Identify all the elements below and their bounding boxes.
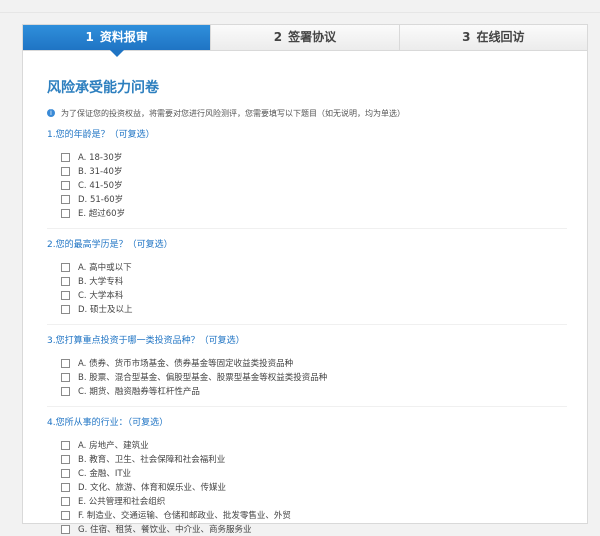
option-label: C. 期货、融资融券等杠杆性产品 bbox=[78, 387, 200, 397]
checkbox[interactable] bbox=[61, 496, 70, 506]
divider bbox=[0, 12, 600, 13]
checkbox[interactable] bbox=[61, 510, 70, 520]
option-label: B. 31-40岁 bbox=[78, 167, 123, 177]
option-b[interactable]: B. 31-40岁 bbox=[61, 164, 567, 178]
top-strip bbox=[0, 0, 600, 20]
option-label: D. 硕士及以上 bbox=[78, 305, 133, 315]
question-title: 2.您的最高学历是？（可复选） bbox=[47, 240, 173, 250]
checkbox[interactable] bbox=[61, 454, 70, 464]
step-1-tab[interactable]: 1 资料报审 bbox=[23, 25, 212, 57]
option-b[interactable]: B. 股票、混合型基金、偏股型基金、股票型基金等权益类投资品种 bbox=[61, 370, 567, 384]
options-list: A. 高中或以下 B. 大学专科 C. 大学本科 D. 硕士及以上 bbox=[61, 260, 567, 316]
form-panel: 1 资料报审 2 签署协议 3 在线回访 风险承受能力问卷 i 为了保证您的投资权益，… bbox=[22, 24, 588, 535]
option-a[interactable]: A. 债券、货币市场基金、债券基金等固定收益类投资品种 bbox=[61, 356, 567, 370]
option-g[interactable]: G. 住宿、租赁、餐饮业、中介业、商务服务业 bbox=[61, 522, 567, 536]
option-c[interactable]: C. 大学本科 bbox=[61, 288, 567, 302]
option-label: A. 高中或以下 bbox=[78, 263, 132, 273]
checkbox[interactable] bbox=[61, 524, 70, 534]
option-d[interactable]: D. 硕士及以上 bbox=[61, 302, 567, 316]
option-f[interactable]: F. 制造业、交通运输、仓储和邮政业、批发零售业、外贸 bbox=[61, 508, 567, 522]
step-number: 1 bbox=[85, 30, 94, 44]
questionnaire: 风险承受能力问卷 i 为了保证您的投资权益，将需要对您进行风险测评，您需要填写以… bbox=[47, 79, 567, 536]
question-2: 2.您的最高学历是？（可复选） A. 高中或以下 B. 大学专科 C. 大学本科… bbox=[47, 239, 567, 325]
option-b[interactable]: B. 教育、卫生、社会保障和社会福利业 bbox=[61, 452, 567, 466]
step-label: 在线回访 bbox=[476, 30, 525, 44]
checkbox[interactable] bbox=[61, 276, 70, 286]
checkbox[interactable] bbox=[61, 440, 70, 450]
option-a[interactable]: A. 高中或以下 bbox=[61, 260, 567, 274]
option-c[interactable]: C. 金融、IT业 bbox=[61, 466, 567, 480]
checkbox[interactable] bbox=[61, 482, 70, 492]
option-label: C. 金融、IT业 bbox=[78, 469, 132, 479]
option-e[interactable]: E. 超过60岁 bbox=[61, 206, 567, 220]
tip-label: 为了保证您的投资权益，将需要对您进行风险测评，您需要填写以下题目（如无说明，均为… bbox=[61, 108, 405, 118]
tip-text: i 为了保证您的投资权益，将需要对您进行风险测评，您需要填写以下题目（如无说明，… bbox=[47, 107, 567, 119]
checkbox[interactable] bbox=[61, 262, 70, 272]
checkbox[interactable] bbox=[61, 358, 70, 368]
page-title: 风险承受能力问卷 bbox=[47, 80, 159, 96]
question-title: 3.您打算重点投资于哪一类投资品种？（可复选） bbox=[47, 336, 245, 346]
checkbox[interactable] bbox=[61, 152, 70, 162]
option-label: G. 住宿、租赁、餐饮业、中介业、商务服务业 bbox=[78, 525, 252, 535]
checkbox[interactable] bbox=[61, 208, 70, 218]
separator bbox=[47, 324, 567, 325]
step-3-tab[interactable]: 3 在线回访 bbox=[399, 25, 587, 50]
step-label: 签署协议 bbox=[288, 30, 337, 44]
checkbox[interactable] bbox=[61, 372, 70, 382]
option-label: C. 41-50岁 bbox=[78, 181, 123, 191]
options-list: A. 房地产、建筑业 B. 教育、卫生、社会保障和社会福利业 C. 金融、IT业… bbox=[61, 438, 567, 536]
option-label: C. 大学本科 bbox=[78, 291, 124, 301]
option-a[interactable]: A. 18-30岁 bbox=[61, 150, 567, 164]
option-label: B. 教育、卫生、社会保障和社会福利业 bbox=[78, 455, 226, 465]
step-2-tab[interactable]: 2 签署协议 bbox=[211, 25, 400, 50]
option-label: A. 债券、货币市场基金、债券基金等固定收益类投资品种 bbox=[78, 359, 294, 369]
option-label: D. 51-60岁 bbox=[78, 195, 124, 205]
question-1: 1.您的年龄是？（可复选） A. 18-30岁 B. 31-40岁 C. 41-… bbox=[47, 129, 567, 229]
separator bbox=[47, 406, 567, 407]
checkbox[interactable] bbox=[61, 290, 70, 300]
options-list: A. 18-30岁 B. 31-40岁 C. 41-50岁 D. 51-60岁 … bbox=[61, 150, 567, 220]
checkbox[interactable] bbox=[61, 166, 70, 176]
option-d[interactable]: D. 51-60岁 bbox=[61, 192, 567, 206]
checkbox[interactable] bbox=[61, 304, 70, 314]
option-label: E. 公共管理和社会组织 bbox=[78, 497, 166, 507]
option-e[interactable]: E. 公共管理和社会组织 bbox=[61, 494, 567, 508]
info-icon: i bbox=[47, 109, 55, 117]
question-4: 4.您所从事的行业：（可复选） A. 房地产、建筑业 B. 教育、卫生、社会保障… bbox=[47, 417, 567, 536]
option-label: E. 超过60岁 bbox=[78, 209, 126, 219]
step-tabs: 1 资料报审 2 签署协议 3 在线回访 bbox=[23, 25, 587, 57]
option-label: A. 18-30岁 bbox=[78, 153, 123, 163]
separator bbox=[47, 228, 567, 229]
question-title: 1.您的年龄是？（可复选） bbox=[47, 130, 155, 140]
option-label: D. 文化、旅游、体育和娱乐业、传媒业 bbox=[78, 483, 226, 493]
step-number: 3 bbox=[462, 30, 471, 44]
checkbox[interactable] bbox=[61, 386, 70, 396]
option-b[interactable]: B. 大学专科 bbox=[61, 274, 567, 288]
option-c[interactable]: C. 41-50岁 bbox=[61, 178, 567, 192]
step-label: 资料报审 bbox=[99, 30, 148, 44]
option-label: B. 大学专科 bbox=[78, 277, 124, 287]
option-a[interactable]: A. 房地产、建筑业 bbox=[61, 438, 567, 452]
checkbox[interactable] bbox=[61, 468, 70, 478]
option-label: B. 股票、混合型基金、偏股型基金、股票型基金等权益类投资品种 bbox=[78, 373, 328, 383]
question-3: 3.您打算重点投资于哪一类投资品种？（可复选） A. 债券、货币市场基金、债券基… bbox=[47, 335, 567, 407]
option-label: A. 房地产、建筑业 bbox=[78, 441, 149, 451]
step-number: 2 bbox=[273, 30, 283, 44]
option-label: F. 制造业、交通运输、仓储和邮政业、批发零售业、外贸 bbox=[78, 511, 291, 521]
checkbox[interactable] bbox=[61, 194, 70, 204]
option-c[interactable]: C. 期货、融资融券等杠杆性产品 bbox=[61, 384, 567, 398]
option-d[interactable]: D. 文化、旅游、体育和娱乐业、传媒业 bbox=[61, 480, 567, 494]
checkbox[interactable] bbox=[61, 180, 70, 190]
options-list: A. 债券、货币市场基金、债券基金等固定收益类投资品种 B. 股票、混合型基金、… bbox=[61, 356, 567, 398]
question-title: 4.您所从事的行业：（可复选） bbox=[47, 418, 169, 428]
